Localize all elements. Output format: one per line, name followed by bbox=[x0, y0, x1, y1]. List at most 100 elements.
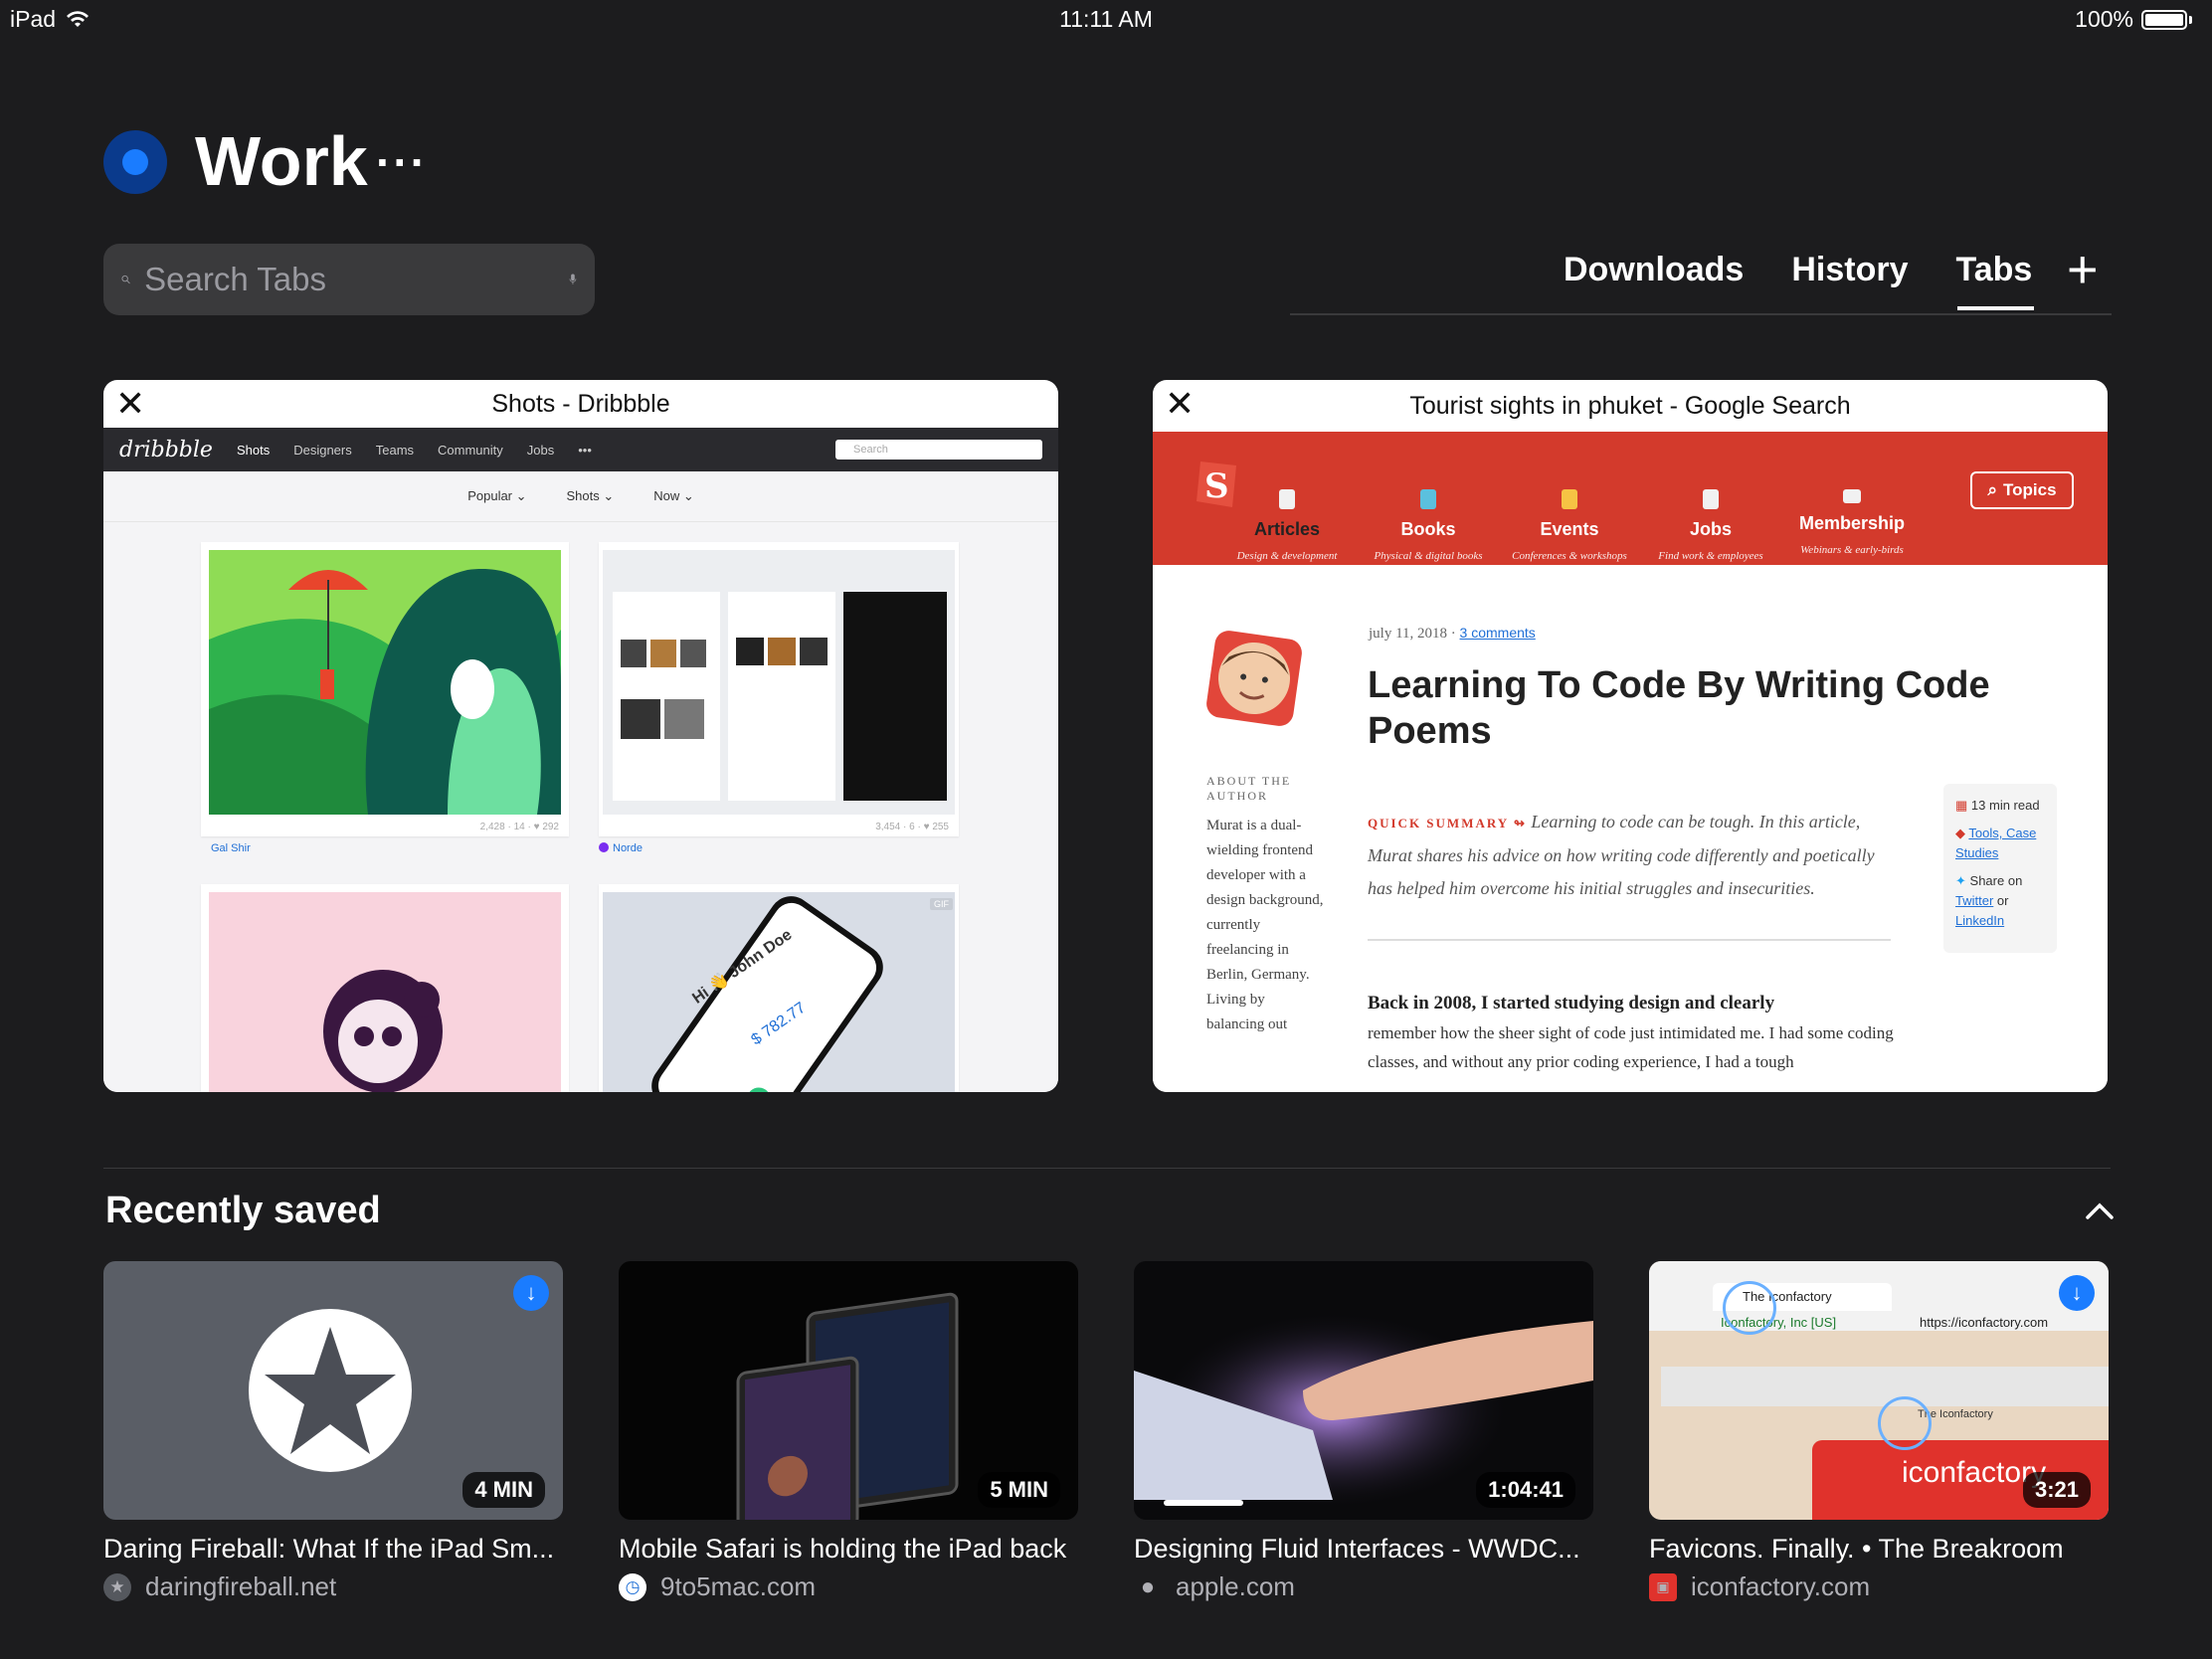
jobs-icon bbox=[1703, 489, 1719, 509]
article-body-lead: Back in 2008, I started studying design … bbox=[1368, 993, 1775, 1014]
saved-item-title[interactable]: Daring Fireball: What If the iPad Sm... bbox=[103, 1534, 554, 1565]
shot-card: 2,428 · 14 · ♥ 292 bbox=[201, 542, 569, 836]
umbrella-girl-illustration bbox=[209, 550, 561, 815]
search-icon: ⌕ bbox=[1987, 480, 1997, 499]
recently-saved-title: Recently saved bbox=[105, 1190, 381, 1231]
dribbble-grid: 2,428 · 14 · ♥ 292 Gal Shir 3,454 · 6 · … bbox=[103, 522, 1058, 1092]
skull-illustration bbox=[209, 892, 561, 1092]
tab-tabs[interactable]: Tabs bbox=[1955, 251, 2035, 310]
nav-membership: Membership Webinars & early-birds bbox=[1777, 489, 1927, 556]
star-logo-icon bbox=[249, 1309, 412, 1472]
about-author-label: ABOUT THE AUTHOR bbox=[1206, 774, 1292, 803]
shot-stats: 3,454 · 6 · ♥ 255 bbox=[875, 822, 949, 832]
search-icon bbox=[121, 275, 130, 284]
status-bar: iPad 11:11 AM 100% bbox=[0, 0, 2212, 40]
article-body: remember how the sheer sight of code jus… bbox=[1368, 1023, 1894, 1071]
more-options-button[interactable]: ··· bbox=[376, 135, 428, 189]
clock-favicon-icon: ◷ bbox=[619, 1572, 646, 1601]
battery-percent: 100% bbox=[2075, 6, 2133, 32]
read-time-badge: 5 MIN bbox=[978, 1472, 1060, 1508]
books-icon bbox=[1420, 489, 1436, 509]
dribbble-nav-item: Teams bbox=[375, 442, 415, 458]
url-bar: https://iconfactory.com bbox=[1920, 1315, 2049, 1330]
membership-icon bbox=[1843, 489, 1861, 503]
tab-card-dribbble[interactable]: ✕ Shots - Dribbble dribbble Shots Design… bbox=[103, 380, 1058, 1092]
add-tab-button[interactable]: + bbox=[2067, 239, 2099, 300]
dribbble-nav-item: ••• bbox=[578, 442, 592, 458]
calendar-icon: ▦ bbox=[1955, 798, 1968, 813]
dribbble-navbar: dribbble Shots Designers Teams Community… bbox=[103, 428, 1058, 471]
search-input[interactable] bbox=[142, 260, 570, 299]
articles-icon bbox=[1279, 489, 1295, 509]
daringfireball-favicon-icon: ★ bbox=[103, 1572, 131, 1601]
saved-item-thumbnail[interactable]: 1:04:41 bbox=[1134, 1261, 1593, 1520]
summary-divider bbox=[1368, 939, 1891, 941]
dribbble-nav-item: Community bbox=[438, 442, 503, 458]
article: july 11, 2018 · 3 comments Learning To C… bbox=[1153, 565, 2108, 1092]
tab-card-smashing[interactable]: ✕ Tourist sights in phuket - Google Sear… bbox=[1153, 380, 2108, 1092]
avatar bbox=[1204, 629, 1304, 728]
nav-divider bbox=[1290, 313, 2112, 315]
nav-jobs: Jobs Find work & employees bbox=[1636, 489, 1785, 562]
chevron-up-icon[interactable] bbox=[2085, 1201, 2115, 1221]
tab-card-header: ✕ Shots - Dribbble bbox=[103, 380, 1058, 428]
saved-item-title[interactable]: Designing Fluid Interfaces - WWDC... bbox=[1134, 1534, 1580, 1565]
read-time-badge: 4 MIN bbox=[462, 1472, 545, 1508]
article-headline: Learning To Code By Writing Code Poems bbox=[1368, 664, 1990, 752]
shot-card bbox=[201, 884, 569, 1092]
saved-item-title[interactable]: Mobile Safari is holding the iPad back bbox=[619, 1534, 1066, 1565]
shot-author: Norde bbox=[599, 842, 643, 854]
smashing-navbar: S Articles Design & development Books Phys… bbox=[1153, 432, 2108, 565]
video-duration-badge: 3:21 bbox=[2022, 1472, 2091, 1508]
article-meta: ▦ 13 min read ◆ Tools, Case Studies ✦ Sh… bbox=[1943, 784, 2057, 953]
saved-item-thumbnail[interactable]: 5 MIN bbox=[619, 1261, 1078, 1520]
nav-books: Books Physical & digital books bbox=[1354, 489, 1503, 562]
nav-events: Events Conferences & workshops bbox=[1495, 489, 1644, 562]
iconfactory-favicon-icon: ▣ bbox=[1649, 1572, 1677, 1601]
phone-illustration bbox=[603, 892, 955, 1092]
dribbble-search: Search bbox=[835, 440, 1042, 460]
shot-card: 3,454 · 6 · ♥ 255 bbox=[599, 542, 959, 836]
gif-badge: GIF bbox=[930, 898, 953, 910]
shot-stats: 2,428 · 14 · ♥ 292 bbox=[479, 822, 559, 832]
saved-item-title[interactable]: Favicons. Finally. • The Breakroom bbox=[1649, 1534, 2064, 1565]
tab-group-icon[interactable] bbox=[103, 130, 167, 194]
close-icon[interactable]: ✕ bbox=[115, 386, 145, 422]
tab-downloads[interactable]: Downloads bbox=[1564, 251, 1744, 307]
filter-shots: Shots ⌄ bbox=[566, 488, 615, 503]
tag-icon: ◆ bbox=[1955, 826, 1965, 840]
events-icon bbox=[1562, 489, 1577, 509]
search-tabs-field[interactable] bbox=[103, 244, 595, 315]
article-date: july 11, 2018 · 3 comments bbox=[1369, 625, 1536, 642]
downloaded-icon: ↓ bbox=[2059, 1275, 2095, 1311]
tab-card-header: ✕ Tourist sights in phuket - Google Sear… bbox=[1153, 380, 2108, 432]
battery-icon bbox=[2141, 9, 2187, 30]
dribbble-nav-item: Shots bbox=[236, 442, 271, 458]
saved-item-site: ◷ 9to5mac.com bbox=[619, 1571, 816, 1602]
quick-summary: QUICK SUMMARY ↬ Learning to code can be … bbox=[1368, 812, 1875, 898]
close-icon[interactable]: ✕ bbox=[1165, 386, 1195, 422]
dribbble-filters: Popular ⌄ Shots ⌄ Now ⌄ bbox=[103, 471, 1058, 522]
saved-item-site: ★ daringfireball.net bbox=[103, 1571, 336, 1602]
downloaded-icon: ↓ bbox=[513, 1275, 549, 1311]
microphone-icon[interactable] bbox=[569, 260, 577, 299]
nav-articles: Articles Design & development bbox=[1212, 489, 1362, 562]
dribbble-nav-item: Jobs bbox=[526, 442, 555, 458]
filter-now: Now ⌄ bbox=[653, 488, 694, 503]
tab-history[interactable]: History bbox=[1791, 251, 1908, 307]
dribbble-logo: dribbble bbox=[119, 437, 213, 462]
saved-item-site: ● apple.com bbox=[1134, 1571, 1295, 1602]
clock: 11:11 AM bbox=[1059, 6, 1153, 32]
about-author-text: Murat is a dual-wielding frontend develo… bbox=[1206, 818, 1324, 1032]
view-tabs: Downloads History Tabs bbox=[1564, 251, 2035, 310]
section-divider bbox=[103, 1168, 2111, 1169]
topics-button: ⌕ Topics bbox=[1970, 471, 2074, 509]
dribbble-nav-item: Designers bbox=[293, 442, 352, 458]
tab-group-title[interactable]: Work bbox=[195, 121, 368, 201]
saved-item-thumbnail[interactable]: ↓ 4 MIN bbox=[103, 1261, 563, 1520]
battery-status: 100% bbox=[2075, 6, 2192, 33]
saved-item-thumbnail[interactable]: The Iconfactory Iconfactory, Inc [US] ht… bbox=[1649, 1261, 2109, 1520]
saved-item-site: ▣ iconfactory.com bbox=[1649, 1571, 1870, 1602]
tab-title: Shots - Dribbble bbox=[491, 389, 670, 418]
shot-author: Gal Shir bbox=[211, 842, 251, 854]
